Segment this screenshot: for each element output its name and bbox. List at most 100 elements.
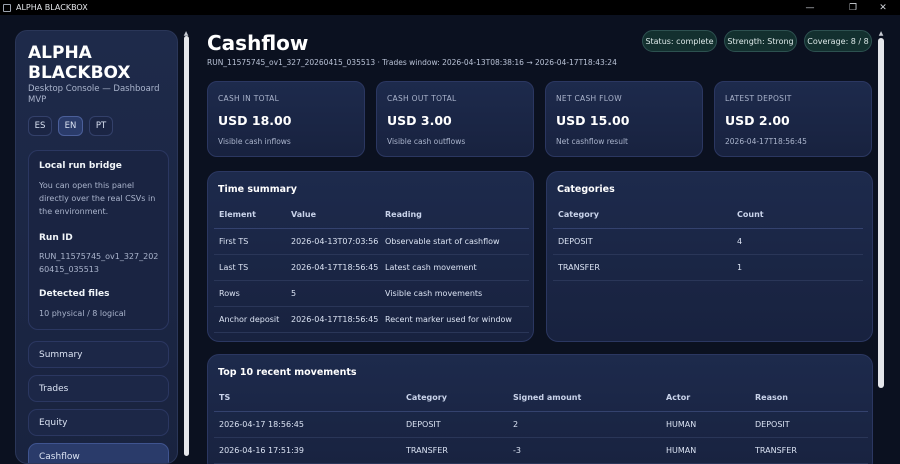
app-icon <box>3 3 11 12</box>
bridge-text: You can open this panel directly over th… <box>39 181 156 216</box>
table-row: 2026-04-16 17:51:39 TRANSFER -3 HUMAN TR… <box>214 437 868 464</box>
recent-movements-table: TS Category Signed amount Actor Reason 2… <box>214 385 868 464</box>
table-cell: TRANSFER <box>401 437 508 464</box>
panel-title: Time summary <box>218 184 297 195</box>
column-header: Category <box>553 202 732 229</box>
nav-trades[interactable]: Trades <box>28 375 169 402</box>
table-cell: 1 <box>732 254 863 281</box>
lang-es-button[interactable]: ES <box>28 116 52 136</box>
categories-table: Category Count DEPOSIT 4 TRANSFER 1 <box>553 202 863 281</box>
table-cell: Rows <box>214 280 286 307</box>
table-cell: DEPOSIT <box>750 411 868 438</box>
kpi-value: USD 3.00 <box>387 113 452 128</box>
table-cell: 2026-04-17T18:56:45 <box>286 306 380 333</box>
run-id-label: Run ID <box>39 233 73 243</box>
table-cell: HUMAN <box>661 437 750 464</box>
column-header: Signed amount <box>508 385 661 412</box>
kpi-sub: 2026-04-17T18:56:45 <box>725 137 807 146</box>
table-cell: TRANSFER <box>553 254 732 281</box>
kpi-card-cash-out: Cash out total USD 3.00 Visible cash out… <box>376 81 534 157</box>
time-summary-panel: Time summary Element Value Reading First… <box>207 171 534 342</box>
kpi-label: Net cash flow <box>556 94 622 103</box>
bridge-title: Local run bridge <box>39 161 122 171</box>
table-cell: 4 <box>732 228 863 255</box>
panel-title: Categories <box>557 184 615 195</box>
window-title: ALPHA BLACKBOX <box>16 3 88 12</box>
kpi-label: Cash in total <box>218 94 280 103</box>
table-cell: DEPOSIT <box>401 411 508 438</box>
close-icon[interactable]: ✕ <box>868 0 898 15</box>
column-header: Actor <box>661 385 750 412</box>
table-row: Anchor deposit 2026-04-17T18:56:45 Recen… <box>214 306 529 333</box>
table-cell: -3 <box>508 437 661 464</box>
kpi-label: Cash out total <box>387 94 457 103</box>
nav-equity[interactable]: Equity <box>28 409 169 436</box>
lang-en-button[interactable]: EN <box>58 116 83 136</box>
table-row: 2026-04-17 18:56:45 DEPOSIT 2 HUMAN DEPO… <box>214 411 868 438</box>
table-cell: 2026-04-17T18:56:45 <box>286 254 380 281</box>
categories-panel: Categories Category Count DEPOSIT 4 TRAN… <box>546 171 873 342</box>
sidebar-scroll-thumb[interactable] <box>184 36 189 456</box>
kpi-card-latest-deposit: Latest deposit USD 2.00 2026-04-17T18:56… <box>714 81 872 157</box>
column-header: Count <box>732 202 863 229</box>
main-scroll-thumb[interactable] <box>878 38 884 388</box>
brand-title: ALPHA BLACKBOX <box>28 43 131 83</box>
table-cell: HUMAN <box>661 411 750 438</box>
table-row: Last TS 2026-04-17T18:56:45 Latest cash … <box>214 254 529 281</box>
table-cell: Recent marker used for window <box>380 306 529 333</box>
table-cell: 2026-04-17 18:56:45 <box>214 411 401 438</box>
coverage-badge: Coverage: 8 / 8 <box>804 30 872 52</box>
table-cell: 5 <box>286 280 380 307</box>
restore-icon[interactable]: ❐ <box>838 0 868 15</box>
kpi-card-net-cash-flow: Net cash flow USD 15.00 Net cashflow res… <box>545 81 703 157</box>
table-cell: Anchor deposit <box>214 306 286 333</box>
window-titlebar: ALPHA BLACKBOX — ❐ ✕ <box>0 0 900 15</box>
column-header: Value <box>286 202 380 229</box>
run-bridge-card: Local run bridge You can open this panel… <box>28 150 169 330</box>
lang-pt-button[interactable]: PT <box>89 116 113 136</box>
time-summary-table: Element Value Reading First TS 2026-04-1… <box>214 202 529 333</box>
page-title: Cashflow <box>207 31 309 55</box>
table-cell: First TS <box>214 228 286 255</box>
column-header: Element <box>214 202 286 229</box>
kpi-sub: Visible cash outflows <box>387 137 466 146</box>
brand-subtitle: Desktop Console — Dashboard MVP <box>28 84 160 105</box>
table-row: Rows 5 Visible cash movements <box>214 280 529 307</box>
table-row: First TS 2026-04-13T07:03:56 Observable … <box>214 228 529 255</box>
kpi-value: USD 15.00 <box>556 113 630 128</box>
panel-title: Top 10 recent movements <box>218 367 357 378</box>
kpi-value: USD 2.00 <box>725 113 790 128</box>
files-label: Detected files <box>39 289 110 299</box>
kpi-card-cash-in: Cash in total USD 18.00 Visible cash inf… <box>207 81 365 157</box>
table-cell: 2026-04-16 17:51:39 <box>214 437 401 464</box>
nav-cashflow[interactable]: Cashflow <box>28 443 169 463</box>
table-header-row: TS Category Signed amount Actor Reason <box>214 385 868 412</box>
table-cell: Last TS <box>214 254 286 281</box>
table-header-row: Category Count <box>553 202 863 229</box>
table-cell: Visible cash movements <box>380 280 529 307</box>
status-badge: Status: complete <box>642 30 717 52</box>
table-cell: 2026-04-13T07:03:56 <box>286 228 380 255</box>
sidebar: ALPHA BLACKBOX Desktop Console — Dashboa… <box>15 30 178 464</box>
scroll-up-icon[interactable]: ▲ <box>876 30 886 37</box>
strength-badge: Strength: Strong <box>724 30 797 52</box>
table-cell: 2 <box>508 411 661 438</box>
column-header: Reason <box>750 385 868 412</box>
minimize-icon[interactable]: — <box>795 0 825 15</box>
table-header-row: Element Value Reading <box>214 202 529 229</box>
sidebar-scrollbar[interactable]: ▲ <box>181 30 191 464</box>
column-header: TS <box>214 385 401 412</box>
table-row: TRANSFER 1 <box>553 254 863 281</box>
main-scrollbar[interactable]: ▲ <box>876 30 886 464</box>
column-header: Category <box>401 385 508 412</box>
kpi-sub: Net cashflow result <box>556 137 628 146</box>
table-cell: TRANSFER <box>750 437 868 464</box>
table-cell: DEPOSIT <box>553 228 732 255</box>
run-id-value: RUN_11575745_ov1_327_20260415_035513 <box>39 252 159 274</box>
kpi-sub: Visible cash inflows <box>218 137 291 146</box>
nav-summary[interactable]: Summary <box>28 341 169 368</box>
table-cell: Observable start of cashflow <box>380 228 529 255</box>
table-cell: Latest cash movement <box>380 254 529 281</box>
table-row: DEPOSIT 4 <box>553 228 863 255</box>
column-header: Reading <box>380 202 529 229</box>
